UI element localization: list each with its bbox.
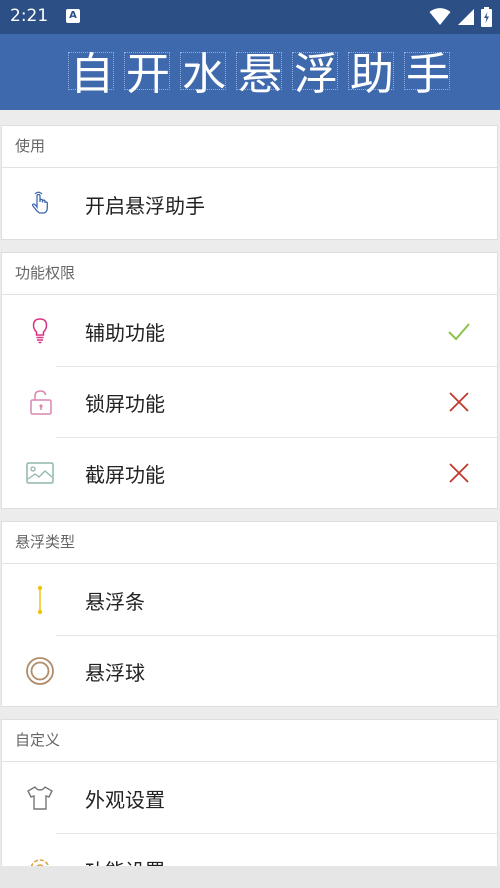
section-float-type: 悬浮类型 悬浮条 悬浮球 bbox=[1, 521, 498, 707]
floating-ball-label: 悬浮球 bbox=[85, 661, 145, 685]
app-title: 自 开 水 悬 浮 助 手 bbox=[64, 44, 456, 100]
status-icons bbox=[429, 7, 492, 27]
title-char: 浮 bbox=[288, 44, 344, 100]
status-bar: 2:21 A bbox=[0, 0, 500, 34]
title-char: 助 bbox=[344, 44, 400, 100]
screenshot-label: 截屏功能 bbox=[85, 463, 165, 487]
lock-icon bbox=[30, 390, 52, 415]
title-char: 手 bbox=[400, 44, 456, 100]
bottom-bar bbox=[0, 866, 500, 888]
title-char: 悬 bbox=[232, 44, 288, 100]
floating-ball-icon bbox=[26, 657, 54, 685]
title-char: 开 bbox=[120, 44, 176, 100]
section-title: 自定义 bbox=[2, 720, 497, 762]
appearance-settings-label: 外观设置 bbox=[85, 788, 165, 812]
status-time: 2:21 bbox=[10, 6, 49, 26]
cross-icon bbox=[449, 463, 469, 483]
floating-ball-item[interactable]: 悬浮球 bbox=[2, 635, 497, 706]
lock-screen-label: 锁屏功能 bbox=[85, 392, 165, 416]
floating-bar-label: 悬浮条 bbox=[85, 590, 145, 614]
floating-bar-item[interactable]: 悬浮条 bbox=[2, 564, 497, 635]
wifi-icon bbox=[429, 8, 451, 25]
tshirt-icon bbox=[27, 786, 53, 810]
section-usage: 使用 开启悬浮助手 bbox=[1, 125, 498, 240]
title-char: 自 bbox=[64, 44, 120, 100]
open-assistant-label: 开启悬浮助手 bbox=[85, 194, 205, 218]
floating-bar-icon bbox=[37, 585, 43, 615]
signal-icon bbox=[458, 9, 474, 25]
appearance-settings-item[interactable]: 外观设置 bbox=[2, 762, 497, 833]
lightbulb-icon bbox=[32, 318, 48, 344]
cross-icon bbox=[449, 392, 469, 412]
battery-icon bbox=[481, 7, 492, 27]
section-title: 功能权限 bbox=[2, 253, 497, 295]
accessibility-item[interactable]: 辅助功能 bbox=[2, 295, 497, 366]
settings-list[interactable]: 使用 开启悬浮助手 功能权限 辅助功能 锁屏功能 截屏功能 悬浮类型 悬浮条 悬… bbox=[0, 110, 500, 888]
app-header: 自 开 水 悬 浮 助 手 bbox=[0, 34, 500, 110]
screenshot-item[interactable]: 截屏功能 bbox=[2, 437, 497, 508]
open-assistant-item[interactable]: 开启悬浮助手 bbox=[2, 168, 497, 239]
check-icon bbox=[448, 323, 470, 341]
accessibility-label: 辅助功能 bbox=[85, 321, 165, 345]
notification-a-icon: A bbox=[66, 9, 80, 23]
title-char: 水 bbox=[176, 44, 232, 100]
section-title: 悬浮类型 bbox=[2, 522, 497, 564]
section-title: 使用 bbox=[2, 126, 497, 168]
hand-tap-icon bbox=[31, 191, 48, 214]
lock-screen-item[interactable]: 锁屏功能 bbox=[2, 366, 497, 437]
section-permissions: 功能权限 辅助功能 锁屏功能 截屏功能 bbox=[1, 252, 498, 509]
section-customize: 自定义 外观设置 功能设置 bbox=[1, 719, 498, 888]
image-icon bbox=[26, 462, 54, 484]
